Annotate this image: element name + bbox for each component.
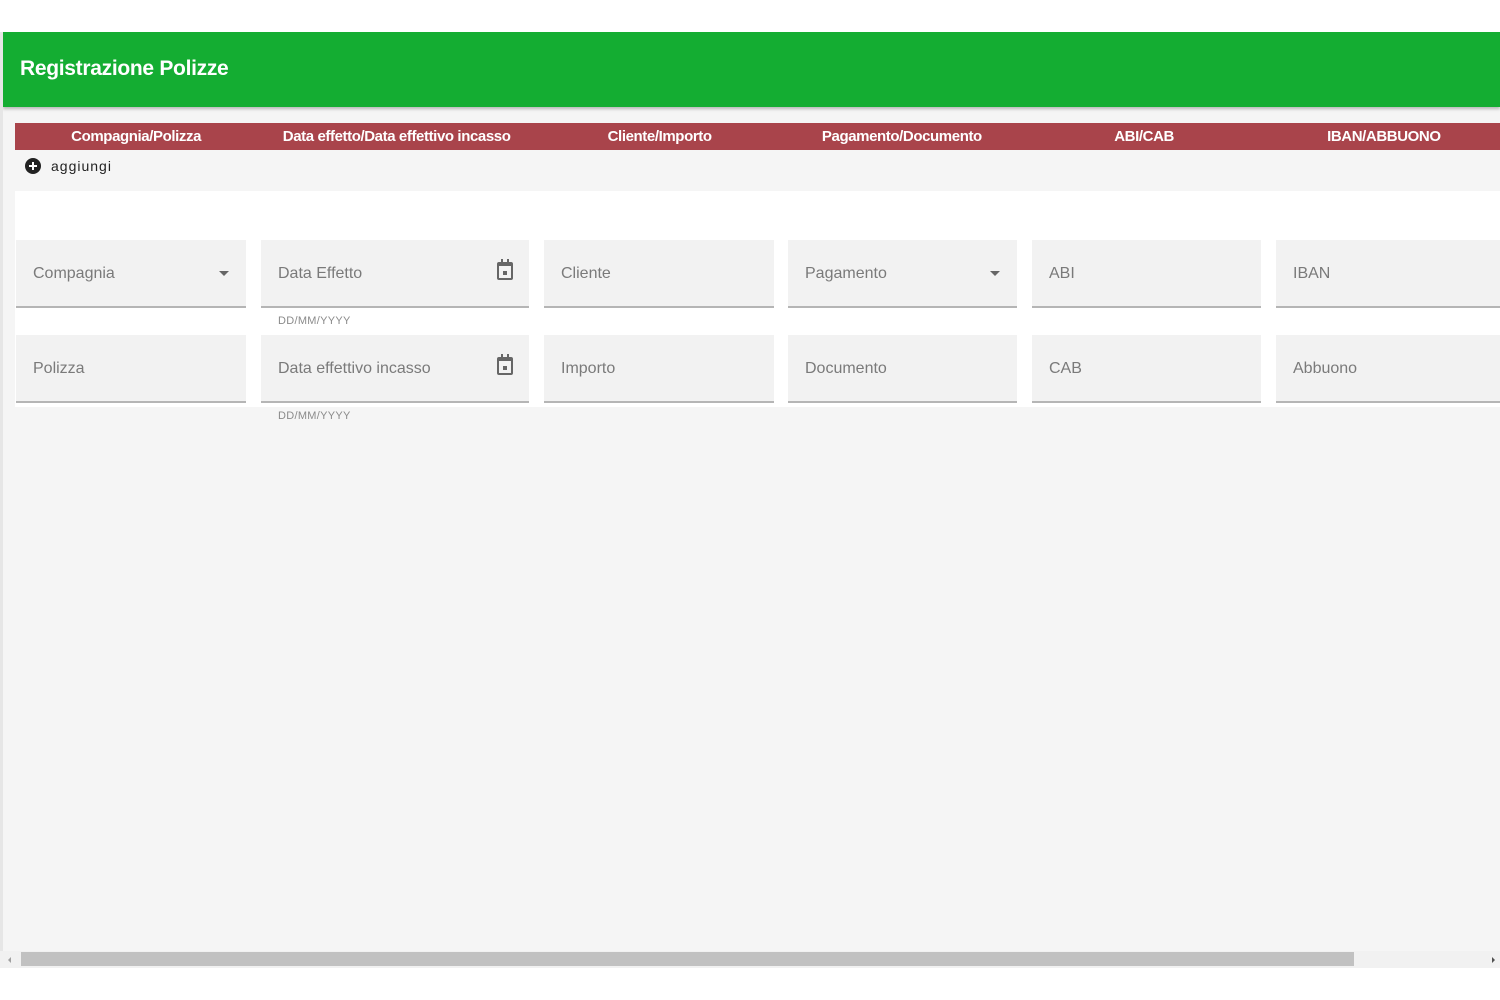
data-incasso-hint: DD/MM/YYYY <box>278 410 351 422</box>
main-content: Compagnia/Polizza Data effetto/Data effe… <box>15 123 1500 422</box>
column-header-iban-abbuono: IBAN/ABBUONO <box>1327 128 1441 145</box>
cab-label: CAB <box>1049 360 1082 377</box>
column-header-compagnia-polizza: Compagnia/Polizza <box>71 128 202 145</box>
data-effetto-label: Data Effetto <box>278 265 363 282</box>
abi-field[interactable]: ABI <box>1032 240 1261 308</box>
importo-field[interactable]: Importo <box>544 335 774 403</box>
chevron-down-icon <box>219 271 229 276</box>
scrollbar-thumb[interactable] <box>21 952 1354 966</box>
pagamento-label: Pagamento <box>805 265 887 282</box>
scroll-left-arrow-icon[interactable] <box>8 957 11 963</box>
column-header-pagamento-documento: Pagamento/Documento <box>821 128 982 145</box>
data-incasso-label: Data effettivo incasso <box>278 360 431 377</box>
compagnia-label: Compagnia <box>33 265 115 282</box>
iban-field[interactable]: IBAN <box>1276 240 1500 308</box>
add-button-label: aggiungi <box>51 158 112 174</box>
page-title: Registrazione Polizze <box>20 57 229 80</box>
abbuono-label: Abbuono <box>1293 360 1358 377</box>
compagnia-select[interactable]: Compagnia <box>16 240 246 308</box>
abbuono-field[interactable]: Abbuono <box>1276 335 1500 403</box>
documento-label: Documento <box>805 360 887 377</box>
column-header-cliente-importo: Cliente/Importo <box>607 128 712 145</box>
scroll-right-arrow-icon[interactable] <box>1492 957 1495 963</box>
chevron-down-icon <box>990 271 1000 276</box>
table-header: Compagnia/Polizza Data effetto/Data effe… <box>15 123 1500 150</box>
cab-field[interactable]: CAB <box>1032 335 1261 403</box>
cliente-label: Cliente <box>561 265 611 282</box>
polizza-label: Polizza <box>33 360 85 377</box>
add-circle-icon <box>25 158 41 174</box>
calendar-icon[interactable] <box>497 259 513 280</box>
calendar-icon[interactable] <box>497 354 513 375</box>
abi-label: ABI <box>1049 265 1075 282</box>
policy-form: Compagnia Data Effetto DD/MM/YYYY Client… <box>15 191 1500 422</box>
horizontal-scrollbar[interactable] <box>0 951 1500 968</box>
column-header-abi-cab: ABI/CAB <box>1114 128 1174 145</box>
polizza-field[interactable]: Polizza <box>16 335 246 403</box>
column-header-data-effetto: Data effetto/Data effettivo incasso <box>282 128 511 145</box>
documento-field[interactable]: Documento <box>788 335 1017 403</box>
data-effetto-hint: DD/MM/YYYY <box>278 315 351 327</box>
cliente-field[interactable]: Cliente <box>544 240 774 308</box>
add-button[interactable]: aggiungi <box>25 155 112 177</box>
app-window: Registrazione Polizze Compagnia/Polizza … <box>3 32 1500 968</box>
data-effetto-field[interactable]: Data Effetto <box>261 240 529 308</box>
app-toolbar: Registrazione Polizze <box>3 32 1500 107</box>
iban-label: IBAN <box>1293 265 1331 282</box>
importo-label: Importo <box>561 360 616 377</box>
pagamento-select[interactable]: Pagamento <box>788 240 1017 308</box>
data-incasso-field[interactable]: Data effettivo incasso <box>261 335 529 403</box>
